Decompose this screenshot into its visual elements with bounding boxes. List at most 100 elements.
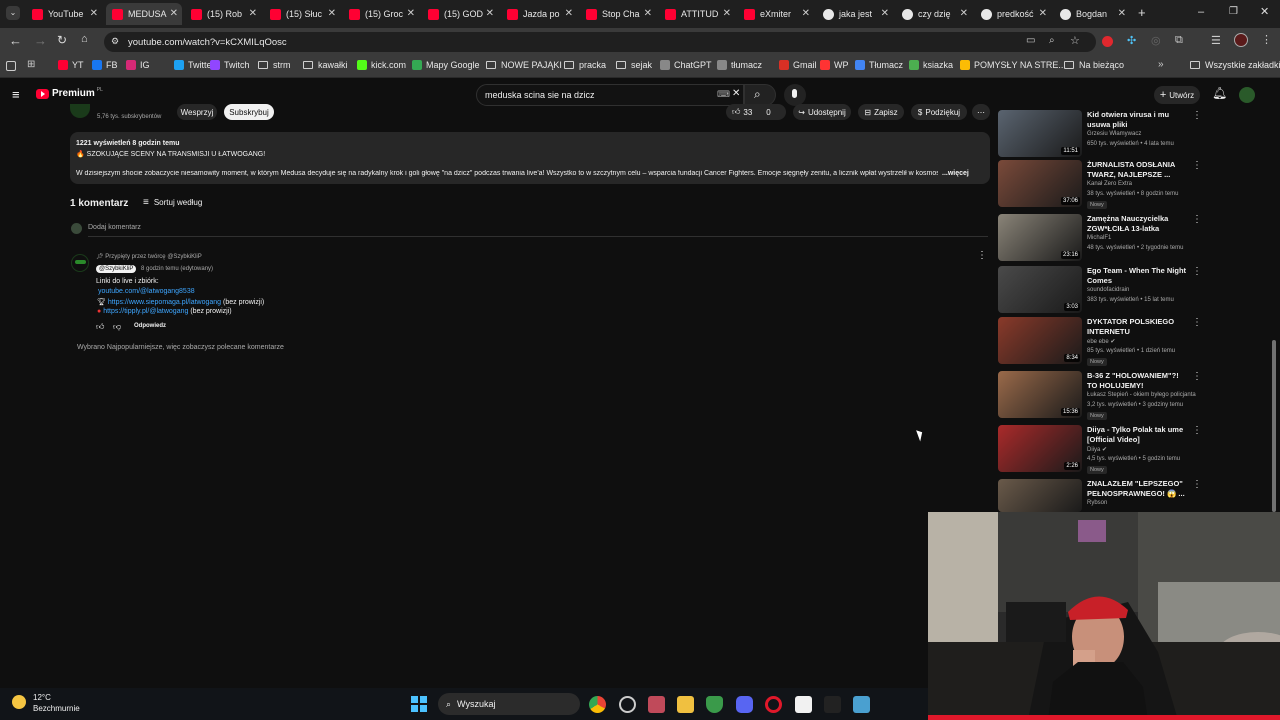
- bookmark-item[interactable]: ChatGPT: [660, 60, 712, 70]
- like-icon[interactable]: 👍︎: [732, 107, 740, 117]
- back-icon[interactable]: ←: [9, 33, 22, 48]
- bookmark-item[interactable]: Gmail: [779, 60, 817, 70]
- video-menu-icon[interactable]: ⋮: [1192, 479, 1202, 490]
- video-menu-icon[interactable]: ⋮: [1192, 317, 1202, 328]
- notepad-taskbar-icon[interactable]: [853, 696, 870, 713]
- bookmark-item[interactable]: Twitter: [174, 60, 215, 70]
- video-title[interactable]: Kid otwiera virusa i mu usuwa pliki: [1087, 110, 1187, 130]
- bookmark-item[interactable]: pracka: [564, 60, 606, 70]
- site-info-icon[interactable]: ⚙: [111, 36, 119, 47]
- add-comment-input[interactable]: Dodaj komentarz: [88, 224, 141, 231]
- bookmark-item[interactable]: Tłumacz: [855, 60, 903, 70]
- zoom-icon[interactable]: ⌕: [1049, 35, 1055, 46]
- browser-tab[interactable]: Bogdan ✕: [1054, 3, 1130, 25]
- url-text[interactable]: youtube.com/watch?v=kCXMILqOosc: [128, 37, 287, 48]
- windows-start-icon[interactable]: [411, 696, 427, 712]
- video-channel[interactable]: Diiya ✔: [1087, 446, 1107, 453]
- browser-tab[interactable]: czy dzię ✕: [896, 3, 972, 25]
- thanks-button[interactable]: $ Podziękuj: [911, 104, 967, 120]
- apps-icon[interactable]: [6, 61, 16, 71]
- video-channel[interactable]: Grzesiu Włamywacz: [1087, 131, 1141, 137]
- reply-button[interactable]: Odpowiedz: [134, 323, 166, 329]
- photo-app-taskbar-icon[interactable]: [648, 696, 665, 713]
- discord-taskbar-icon[interactable]: [736, 696, 753, 713]
- browser-tab[interactable]: YouTube ✕: [26, 3, 102, 25]
- browser-tab[interactable]: (15) Słuc ✕: [264, 3, 340, 25]
- hamburger-menu-icon[interactable]: ≡: [12, 87, 20, 102]
- video-thumbnail[interactable]: 8:34: [998, 317, 1082, 364]
- browser-tab[interactable]: predkość ✕: [975, 3, 1051, 25]
- comment-link-2[interactable]: https://www.siepomaga.pl/latwogang: [108, 299, 221, 306]
- bookmark-item[interactable]: sejak: [616, 60, 652, 70]
- taskbar-search[interactable]: ⌕ Wyszukaj: [438, 693, 580, 715]
- video-menu-icon[interactable]: ⋮: [1192, 371, 1202, 382]
- browser-tab[interactable]: eXmiter ✕: [738, 3, 814, 25]
- tab-close-icon[interactable]: ✕: [802, 8, 810, 19]
- comment-like-icon[interactable]: 👍︎: [96, 322, 104, 332]
- voice-search-button[interactable]: [784, 84, 806, 106]
- extensions-icon[interactable]: ⧉: [1175, 34, 1183, 47]
- video-thumbnail[interactable]: 23:16: [998, 214, 1082, 261]
- app-taskbar-icon[interactable]: [824, 696, 841, 713]
- share-button[interactable]: ↪ Udostępnij: [793, 104, 851, 120]
- comment-author-badge[interactable]: @SzybkiKliP: [96, 265, 137, 273]
- video-channel[interactable]: Łukasz Stepień - okiem byłego policjanta: [1087, 392, 1196, 398]
- close-window-icon[interactable]: ✕: [1260, 5, 1269, 18]
- video-menu-icon[interactable]: ⋮: [1192, 160, 1202, 171]
- tab-close-icon[interactable]: ✕: [565, 8, 573, 19]
- weather-moon-icon[interactable]: [12, 695, 26, 709]
- video-menu-icon[interactable]: ⋮: [1192, 425, 1202, 436]
- video-menu-icon[interactable]: ⋮: [1192, 266, 1202, 277]
- sort-button[interactable]: ≡ Sortuj według: [143, 197, 202, 208]
- video-title[interactable]: ZNALAZŁEM "LEPSZEGO" PEŁNOSPRAWNEGO! 😱 .…: [1087, 479, 1187, 499]
- video-title[interactable]: ŻURNALISTA ODSŁANIA TWARZ, NAJLEPSZE ...: [1087, 160, 1187, 180]
- video-channel[interactable]: Kanał Zero Extra: [1087, 181, 1132, 187]
- dislike-count[interactable]: 0: [766, 108, 770, 117]
- comment-link-1[interactable]: youtube.com/@latwogang8538: [98, 288, 195, 295]
- tab-close-icon[interactable]: ✕: [1118, 8, 1126, 19]
- weather-temp[interactable]: 12°C: [33, 693, 51, 702]
- tab-close-icon[interactable]: ✕: [328, 8, 336, 19]
- video-title[interactable]: Ego Team - When The Night Comes: [1087, 266, 1187, 286]
- video-channel[interactable]: soundofacidrain: [1087, 287, 1129, 293]
- tab-close-icon[interactable]: ✕: [1039, 8, 1047, 19]
- video-menu-icon[interactable]: ⋮: [1192, 214, 1202, 225]
- browser-tab[interactable]: MEDUSA ✕: [106, 3, 182, 25]
- grid-icon[interactable]: ⊞: [27, 59, 35, 70]
- video-channel[interactable]: MichalF1: [1087, 235, 1111, 241]
- browser-tab[interactable]: (15) Groc ✕: [343, 3, 419, 25]
- tab-close-icon[interactable]: ✕: [249, 8, 257, 19]
- tab-close-icon[interactable]: ✕: [170, 8, 178, 19]
- chrome-taskbar-icon[interactable]: [589, 696, 606, 713]
- clear-search-icon[interactable]: ✕: [732, 88, 740, 99]
- browser-tab[interactable]: Stop Cha ✕: [580, 3, 656, 25]
- like-count[interactable]: 33: [743, 108, 752, 117]
- all-bookmarks-folder[interactable]: Wszystkie zakładki: [1190, 60, 1280, 70]
- address-bar[interactable]: ⚙ youtube.com/watch?v=kCXMILqOosc ▭ ⌕ ☆: [104, 32, 1096, 52]
- video-thumbnail[interactable]: 37:06: [998, 160, 1082, 207]
- user-avatar[interactable]: [1239, 87, 1255, 103]
- extension-gear-icon[interactable]: ◎: [1151, 34, 1161, 47]
- browser-tab[interactable]: (15) GOD ✕: [422, 3, 498, 25]
- comment-link-3[interactable]: https://tipply.pl/@latwogang: [103, 308, 188, 315]
- channel-avatar[interactable]: [70, 104, 90, 118]
- file-explorer-taskbar-icon[interactable]: [677, 696, 694, 713]
- extension-record-icon[interactable]: [1102, 36, 1113, 47]
- bookmark-item[interactable]: ksiazka: [909, 60, 953, 70]
- commenter-avatar[interactable]: [71, 254, 89, 272]
- search-input[interactable]: meduska scina sie na dzicz ⌨ ✕: [476, 84, 744, 106]
- browser-menu-icon[interactable]: ⋮: [1261, 33, 1272, 46]
- tab-close-icon[interactable]: ✕: [90, 8, 98, 19]
- tab-close-icon[interactable]: ✕: [644, 8, 652, 19]
- cast-icon[interactable]: ▭: [1026, 35, 1035, 46]
- tab-close-icon[interactable]: ✕: [723, 8, 731, 19]
- support-button[interactable]: Wesprzyj: [177, 104, 217, 120]
- video-thumbnail[interactable]: 11:51: [998, 110, 1082, 157]
- maximize-icon[interactable]: ❐: [1229, 6, 1238, 17]
- show-more-link[interactable]: ...więcej: [942, 170, 969, 177]
- tab-close-icon[interactable]: ✕: [407, 8, 415, 19]
- opera-taskbar-icon[interactable]: [765, 696, 782, 713]
- bookmark-item[interactable]: POMYSŁY NA STRE...: [960, 60, 1066, 70]
- browser-tab[interactable]: jaka jest ✕: [817, 3, 893, 25]
- notion-taskbar-icon[interactable]: [795, 696, 812, 713]
